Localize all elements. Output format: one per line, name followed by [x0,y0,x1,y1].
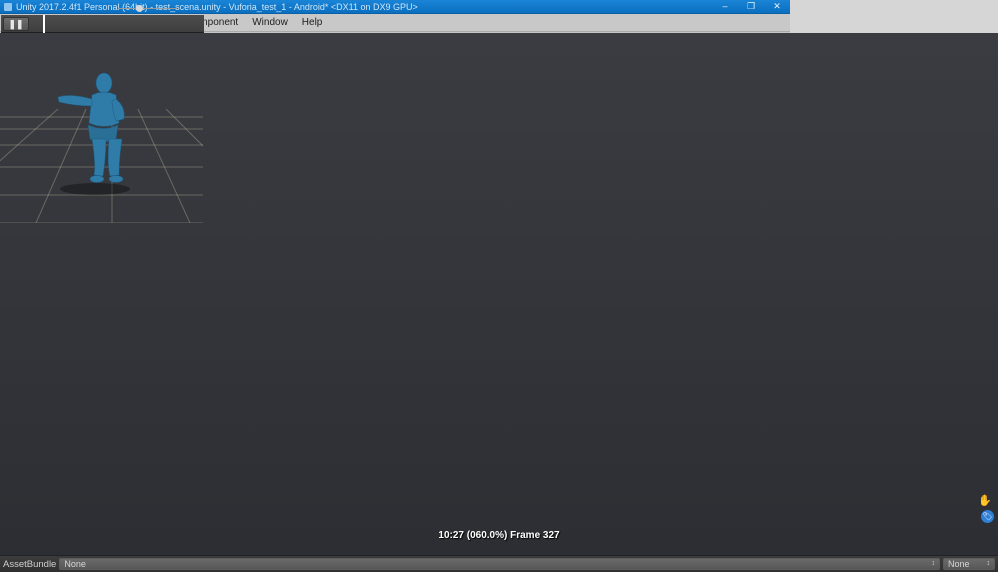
preview-character [52,69,152,189]
assetbundle-name-dropdown[interactable]: None [59,558,940,570]
speed-slider[interactable] [116,3,179,13]
minimize-button[interactable]: – [712,0,738,14]
timeline-playhead[interactable] [43,15,45,33]
speed-slider-knob[interactable] [136,5,143,12]
preview-caption: 10:27 (060.0%) Frame 327 [0,530,998,541]
preview-hand-icon[interactable]: ✋ [978,494,992,507]
window-title-text: Unity 2017.2.4f1 Personal (64bit) - test… [16,2,418,12]
window-buttons: – ❐ ✕ [712,0,790,14]
close-button[interactable]: ✕ [764,0,790,14]
assetbundle-label: AssetBundle [3,559,56,570]
maximize-button[interactable]: ❐ [738,0,764,14]
assetbundle-bar: AssetBundle None None [0,555,998,572]
preview-viewport[interactable]: ✋ 🏷 10:27 (060.0%) Frame 327 [0,33,998,555]
assetbundle-variant-value: None [948,559,970,569]
preview-label-badge[interactable]: 🏷 [981,510,994,523]
speed-slider-track [118,8,177,9]
assetbundle-variant-dropdown[interactable]: None [943,558,995,570]
menu-item-help[interactable]: Help [295,16,330,29]
preview-timeline[interactable]: ❚❚ [1,15,204,33]
preview-character-shadow [60,183,130,195]
menu-item-window[interactable]: Window [245,16,295,29]
assetbundle-name-value: None [64,559,86,569]
preview-pause-button[interactable]: ❚❚ [3,17,29,31]
unity-logo-icon [4,3,12,11]
animation-preview-2: Samba DanIK🚶⏱0.75❚❚✋🏷10:27 (060.0%) Fram… [0,258,205,516]
